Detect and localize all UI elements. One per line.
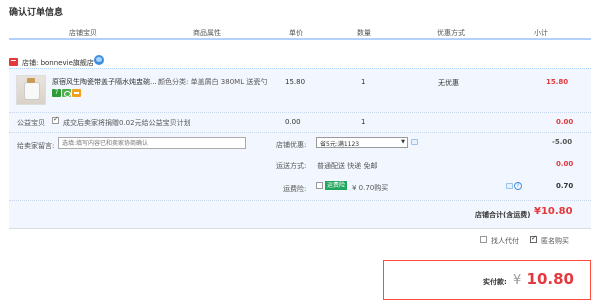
public-welfare-price: 0.00 bbox=[285, 118, 301, 126]
product-attributes: 颜色分类: 单盖屑白 380ML 送瓷勺 bbox=[158, 78, 268, 86]
pay-by-other-checkbox[interactable] bbox=[480, 236, 487, 243]
shop-name-link[interactable]: 店铺: bonnevie旗舰店 bbox=[22, 58, 94, 68]
header-quantity: 数量 bbox=[357, 29, 371, 37]
product-name-link[interactable]: 原宿风生陶瓷带盖子隔水炖盅碗... bbox=[52, 77, 157, 87]
table-header: 店铺宝贝 商品属性 单价 数量 优惠方式 小计 bbox=[0, 24, 600, 39]
currency-symbol: ¥ bbox=[513, 273, 522, 288]
help-question-icon[interactable]: ? bbox=[514, 182, 522, 190]
shop-discount-select[interactable]: 省5元:满1123 bbox=[316, 137, 408, 148]
shop-icon bbox=[9, 58, 18, 66]
seller-message-input[interactable] bbox=[58, 137, 246, 149]
seven-day-return-icon[interactable]: 7 bbox=[52, 89, 61, 97]
public-welfare-subtotal: 0.00 bbox=[556, 118, 574, 126]
header-shop-item: 店铺宝贝 bbox=[69, 29, 97, 37]
product-thumbnail[interactable] bbox=[16, 75, 46, 105]
shop-discount-selected: 省5元:满1123 bbox=[320, 141, 360, 148]
header-subtotal: 小计 bbox=[534, 29, 548, 37]
header-divider bbox=[9, 38, 591, 40]
shipping-method: 普通配送 快递 免邮 bbox=[317, 162, 378, 170]
shop-discount-amount: -5.00 bbox=[552, 138, 573, 146]
shipping-label: 运送方式: bbox=[276, 162, 307, 170]
insurance-price-text: ¥ 0.70购买 bbox=[352, 184, 389, 192]
item-unit-price: 15.80 bbox=[285, 78, 306, 86]
shipping-amount: 0.00 bbox=[556, 160, 574, 168]
header-attributes: 商品属性 bbox=[193, 29, 221, 37]
item-subtotal: 15.80 bbox=[546, 78, 569, 86]
shop-total-label: 店铺合计(含运费) bbox=[475, 211, 531, 219]
payment-value: 10.80 bbox=[526, 270, 574, 288]
discount-info-icon[interactable] bbox=[411, 139, 418, 145]
pay-by-other-label: 找人代付 bbox=[491, 237, 519, 245]
payment-amount: ¥ 10.80 bbox=[513, 270, 574, 288]
insurance-label: 运费险: bbox=[283, 185, 307, 193]
insurance-amount: 0.70 bbox=[556, 182, 574, 190]
insurance-checkbox[interactable] bbox=[316, 182, 323, 189]
public-welfare-checkbox[interactable] bbox=[52, 115, 59, 124]
wangwang-chat-icon[interactable] bbox=[94, 55, 104, 65]
public-welfare-title: 公益宝贝 bbox=[17, 119, 45, 127]
payment-label: 实付款: bbox=[483, 278, 507, 286]
item-quantity: 1 bbox=[361, 78, 366, 86]
insurance-chat-icon[interactable] bbox=[506, 183, 513, 189]
header-promotion: 优惠方式 bbox=[437, 29, 465, 37]
header-unit-price: 单价 bbox=[289, 29, 303, 37]
item-promotion: 无优惠 bbox=[438, 79, 459, 87]
page-title: 确认订单信息 bbox=[9, 8, 64, 18]
anonymous-purchase-label: 匿名购买 bbox=[541, 237, 569, 245]
public-welfare-text: 成交后卖家将捐赠0.02元给公益宝贝计划 bbox=[63, 119, 191, 127]
anonymous-purchase-checkbox[interactable] bbox=[530, 234, 537, 243]
credit-card-icon[interactable] bbox=[72, 89, 81, 97]
shop-discount-label: 店铺优惠: bbox=[276, 141, 307, 149]
guarantee-icon[interactable] bbox=[62, 89, 71, 97]
message-label: 给卖家留言: bbox=[17, 142, 55, 150]
public-welfare-quantity: 1 bbox=[361, 118, 366, 126]
insurance-badge: 运费险 bbox=[325, 181, 348, 190]
shop-row: 店铺: bonnevie旗舰店 bbox=[9, 55, 309, 69]
shop-total-amount: ¥10.80 bbox=[534, 206, 573, 217]
